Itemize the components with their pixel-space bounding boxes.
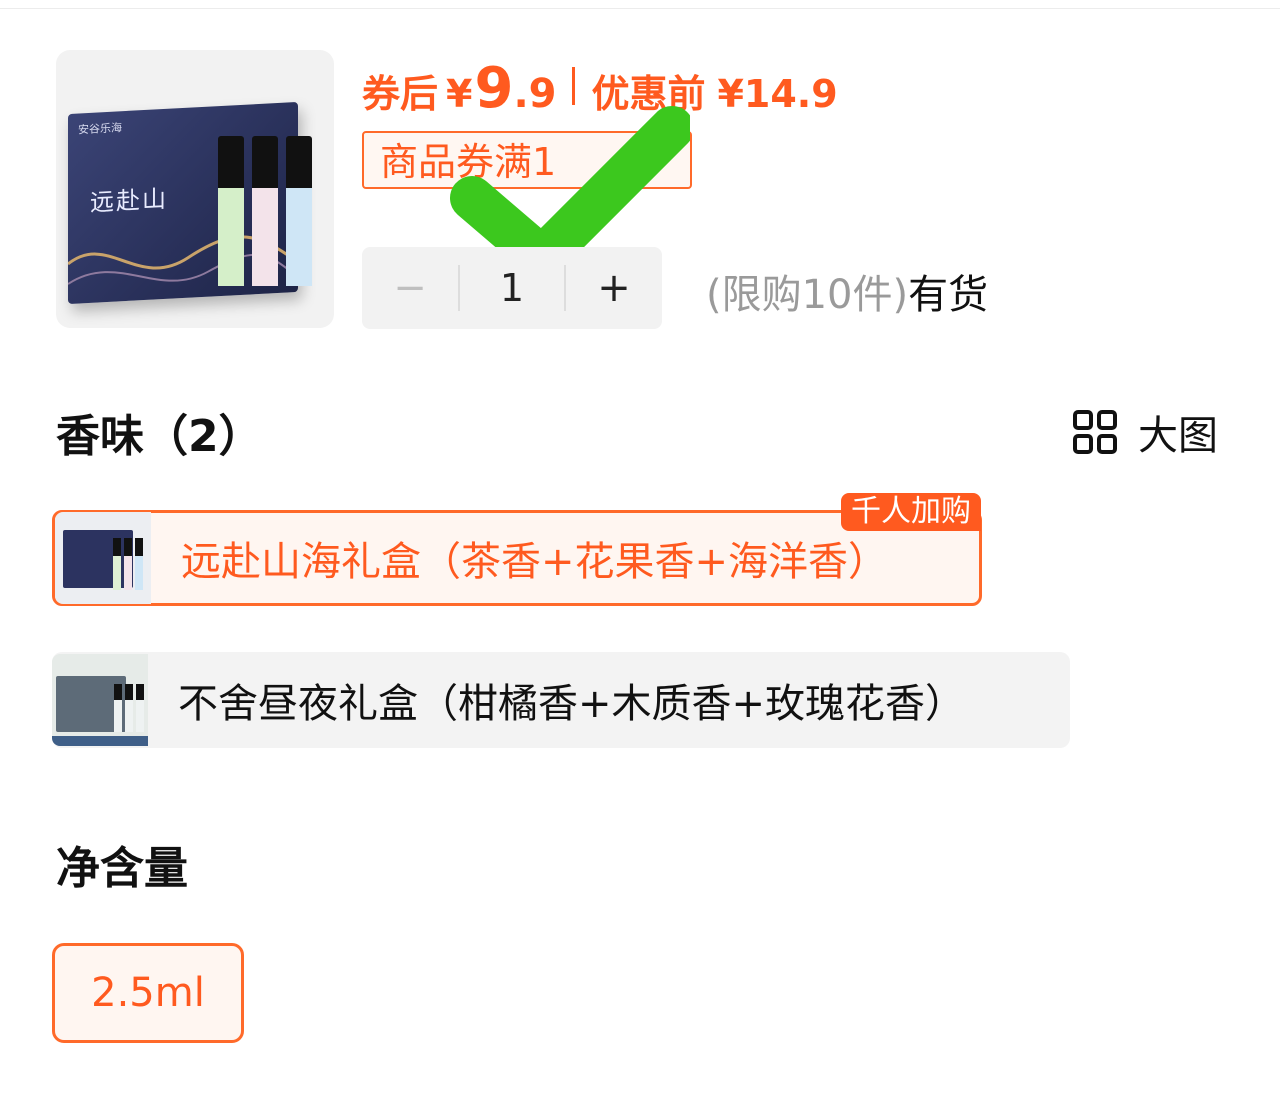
box-brand: 安谷乐海 — [78, 121, 122, 137]
option-thumbnail — [52, 654, 148, 746]
scent-heading: 香味（2） — [56, 411, 263, 462]
volume-option-label: 2.5ml — [91, 970, 205, 1016]
product-thumbnail[interactable]: 安谷乐海 远赴山 — [56, 50, 334, 328]
purchase-limit: (限购10件) — [706, 272, 909, 318]
grid-icon — [1073, 410, 1117, 454]
option-thumbnail — [55, 512, 151, 604]
after-coupon-label: 券后 — [362, 72, 439, 116]
vial-pink — [252, 136, 278, 286]
top-divider — [0, 0, 1280, 9]
volume-option-2-5ml[interactable]: 2.5ml — [52, 943, 244, 1043]
original-price-value: ¥14.9 — [717, 72, 838, 116]
big-view-toggle[interactable]: 大图 — [1072, 403, 1218, 461]
decrement-button[interactable]: − — [362, 265, 458, 311]
popular-badge: 千人加购 — [841, 493, 981, 531]
increment-button[interactable]: + — [566, 265, 662, 311]
scent-option-1[interactable]: 远赴山海礼盒（茶香+花果香+海洋香） 千人加购 — [52, 493, 982, 606]
quantity-value[interactable]: 1 — [460, 266, 564, 310]
vial-green — [218, 136, 244, 286]
stock-status: (限购10件)有货 — [706, 262, 988, 320]
vial-blue — [286, 136, 312, 286]
big-view-label: 大图 — [1138, 413, 1218, 459]
option-label: 远赴山海礼盒（茶香+花果香+海洋香） — [181, 539, 889, 585]
volume-heading: 净含量 — [56, 843, 188, 894]
box-calligraphy: 远赴山 — [90, 184, 168, 217]
scent-option-2[interactable]: 不舍昼夜礼盒（柑橘香+木质香+玫瑰花香） — [52, 652, 1070, 748]
option-label: 不舍昼夜礼盒（柑橘香+木质香+玫瑰花香） — [178, 681, 966, 727]
availability: 有货 — [908, 272, 989, 318]
quantity-stepper[interactable]: − 1 + — [362, 247, 662, 329]
